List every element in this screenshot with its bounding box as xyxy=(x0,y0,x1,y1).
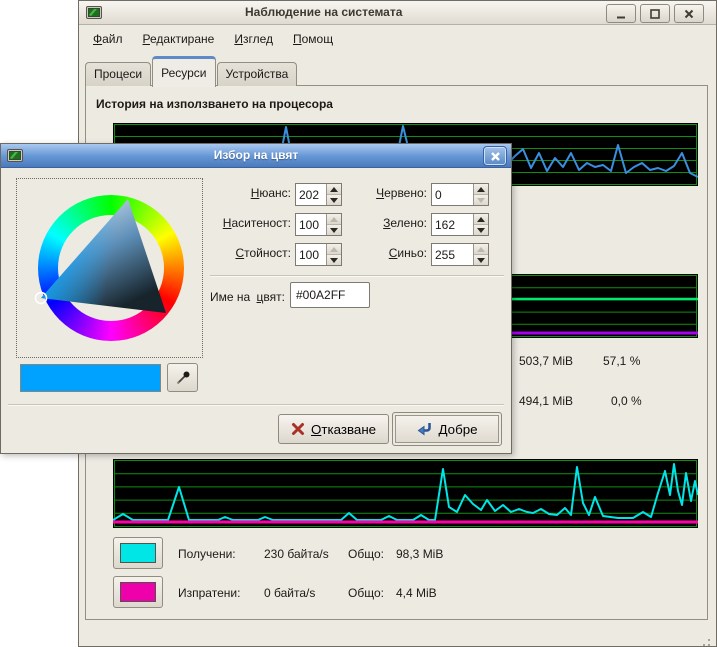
ok-label: Добре xyxy=(438,422,477,437)
tab-resources[interactable]: Ресурси xyxy=(152,56,215,87)
received-color-swatch xyxy=(120,543,156,563)
green-label: Зелено: xyxy=(321,216,427,230)
arrow-down-icon xyxy=(477,258,485,263)
dialog-titlebar[interactable]: Избор на цвят xyxy=(1,144,511,168)
color-name-label: Име на цвят: xyxy=(151,290,285,304)
red-spin-down[interactable] xyxy=(474,195,488,205)
close-button[interactable] xyxy=(674,4,704,23)
blue-spin-up[interactable] xyxy=(474,244,488,255)
blue-input[interactable] xyxy=(432,244,473,265)
memory-used-value: 503,7 MiB xyxy=(519,354,573,368)
blue-spin-down[interactable] xyxy=(474,255,488,265)
received-total: 98,3 MiB xyxy=(396,547,443,561)
tab-processes[interactable]: Процеси xyxy=(85,62,151,86)
received-color-button[interactable] xyxy=(113,537,163,569)
green-spinbox xyxy=(431,213,489,236)
main-titlebar[interactable]: Наблюдение на системата xyxy=(79,1,716,25)
menu-view[interactable]: Изглед xyxy=(229,29,278,49)
sent-label: Изпратени: xyxy=(178,586,240,600)
received-label: Получени: xyxy=(178,547,236,561)
eyedropper-icon xyxy=(175,370,191,386)
green-spin-up[interactable] xyxy=(474,214,488,225)
received-rate: 230 байта/s xyxy=(264,547,329,561)
blue-spinbox xyxy=(431,243,489,266)
arrow-down-icon xyxy=(477,198,485,203)
dialog-title: Избор на цвят xyxy=(214,148,298,162)
saturation-value-triangle[interactable] xyxy=(17,179,202,357)
sent-color-button[interactable] xyxy=(113,576,163,608)
desktop: Наблюдение на системата Файл Редактиране… xyxy=(0,0,717,647)
menubar: Файл Редактиране Изглед Помощ xyxy=(79,26,716,52)
app-monitor-icon xyxy=(86,5,102,21)
sent-total: 4,4 MiB xyxy=(396,586,437,600)
app-monitor-icon xyxy=(7,148,23,164)
arrow-up-icon xyxy=(477,187,485,192)
red-spin-up[interactable] xyxy=(474,184,488,195)
tabstrip: Процеси Ресурси Устройства xyxy=(85,54,298,86)
swap-used-value: 494,1 MiB xyxy=(519,394,573,408)
statusbar xyxy=(79,621,716,646)
sent-rate: 0 байта/s xyxy=(264,586,315,600)
minimize-button[interactable] xyxy=(606,4,636,23)
red-input[interactable] xyxy=(432,184,473,205)
menu-file[interactable]: Файл xyxy=(88,29,128,49)
sent-total-label: Общо: xyxy=(348,586,384,600)
main-window-title: Наблюдение на системата xyxy=(245,5,402,19)
dialog-close-button[interactable] xyxy=(484,147,506,165)
buttons-separator xyxy=(8,404,504,406)
fields-separator xyxy=(210,275,504,277)
cancel-button[interactable]: Отказване xyxy=(278,414,389,444)
cancel-x-icon xyxy=(291,422,305,436)
received-total-label: Общо: xyxy=(348,547,384,561)
value-label: Стойност: xyxy=(181,246,291,260)
sent-color-swatch xyxy=(120,582,156,602)
selected-color-preview xyxy=(20,364,161,392)
swap-used-percent: 0,0 % xyxy=(611,394,642,408)
ok-button[interactable]: Добре xyxy=(392,412,502,446)
blue-spin-buttons xyxy=(473,244,488,265)
green-spin-down[interactable] xyxy=(474,225,488,235)
ok-enter-arrow-icon xyxy=(416,422,432,436)
hue-label: Нюанс: xyxy=(181,186,291,200)
arrow-up-icon xyxy=(477,217,485,222)
color-wheel[interactable] xyxy=(16,178,203,358)
menu-edit[interactable]: Редактиране xyxy=(138,29,220,49)
blue-label: Синьо: xyxy=(321,246,427,260)
color-name-input[interactable] xyxy=(290,282,370,308)
arrow-up-icon xyxy=(477,247,485,252)
menu-help[interactable]: Помощ xyxy=(288,29,338,49)
green-spin-buttons xyxy=(473,214,488,235)
maximize-button[interactable] xyxy=(640,4,670,23)
cancel-label: Отказване xyxy=(311,422,376,437)
memory-used-percent: 57,1 % xyxy=(603,354,640,368)
eyedropper-button[interactable] xyxy=(167,363,198,392)
cpu-history-title: История на използването на процесора xyxy=(96,97,333,111)
network-history-chart xyxy=(113,459,698,528)
color-picker-dialog: Избор на цвят xyxy=(0,143,512,454)
red-spin-buttons xyxy=(473,184,488,205)
red-spinbox xyxy=(431,183,489,206)
green-input[interactable] xyxy=(432,214,473,235)
red-label: Червено: xyxy=(321,186,427,200)
resize-grip[interactable] xyxy=(708,639,710,641)
arrow-down-icon xyxy=(477,228,485,233)
tab-devices[interactable]: Устройства xyxy=(217,62,298,86)
saturation-label: Наситеност: xyxy=(181,216,291,230)
